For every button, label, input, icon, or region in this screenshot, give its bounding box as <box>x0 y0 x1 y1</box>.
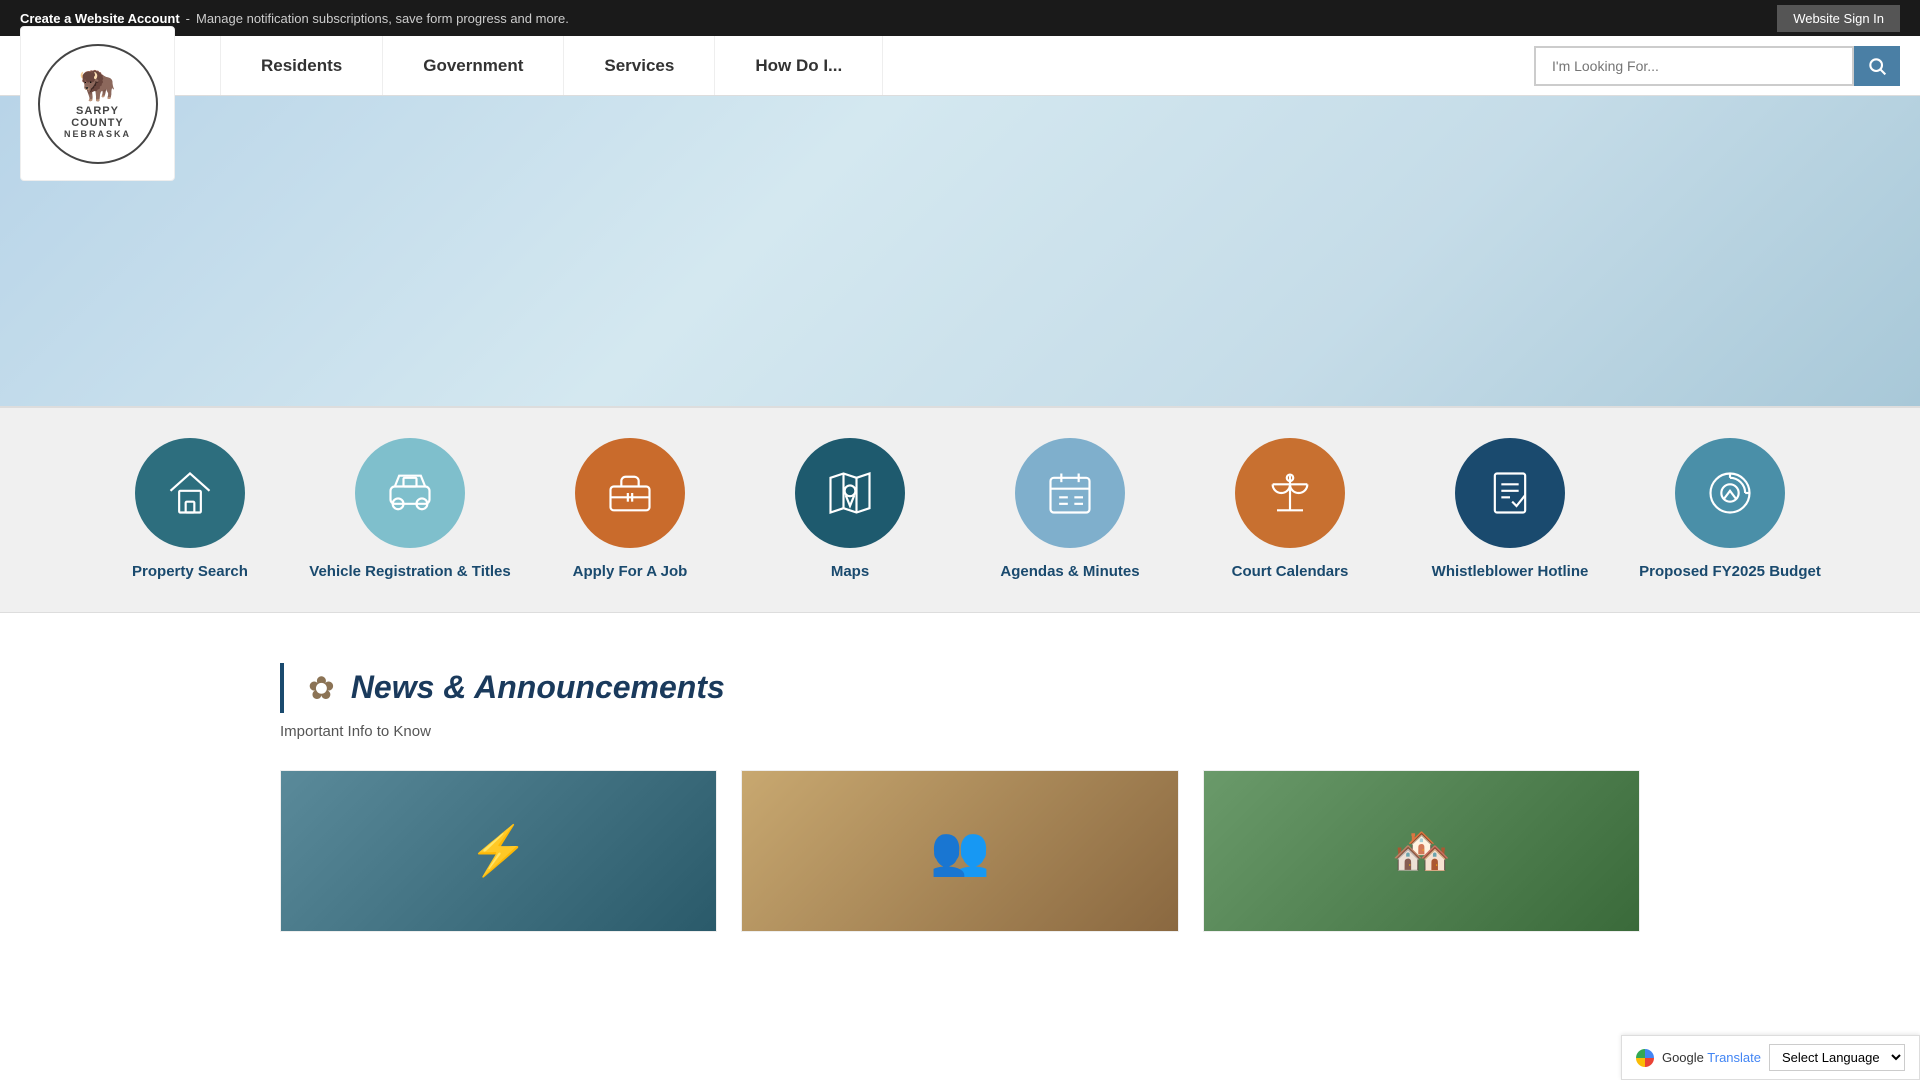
quick-link-property-search[interactable]: Property Search <box>80 438 300 582</box>
language-select[interactable]: Select Language <box>1769 1044 1905 1071</box>
briefcase-icon <box>604 467 656 519</box>
nav-government[interactable]: Government <box>383 36 564 95</box>
bison-icon: 🦬 <box>79 68 116 103</box>
map-icon <box>824 467 876 519</box>
news-section-title: News & Announcements <box>351 669 725 706</box>
whistleblower-icon-circle <box>1455 438 1565 548</box>
news-section-header: ✿ News & Announcements <box>280 663 1640 713</box>
news-card-1-image: ⚡ <box>281 771 716 931</box>
search-button[interactable] <box>1854 46 1900 86</box>
search-icon <box>1867 56 1887 76</box>
news-cards-container: ⚡ 👥 🏘️ <box>280 770 1640 932</box>
news-section-icon: ✿ <box>308 669 335 707</box>
car-icon <box>384 467 436 519</box>
nav-residents[interactable]: Residents <box>220 36 383 95</box>
hero-banner <box>0 96 1920 406</box>
quick-link-court-calendars[interactable]: Court Calendars <box>1180 438 1400 582</box>
main-content: ✿ News & Announcements Important Info to… <box>0 613 1920 972</box>
news-card-2-image: 👥 <box>742 771 1177 931</box>
website-sign-in-button[interactable]: Website Sign In <box>1777 5 1900 32</box>
quick-link-whistleblower[interactable]: Whistleblower Hotline <box>1400 438 1620 582</box>
vehicle-registration-label: Vehicle Registration & Titles <box>309 562 510 582</box>
home-icon <box>164 467 216 519</box>
quick-link-agendas[interactable]: Agendas & Minutes <box>960 438 1180 582</box>
search-input[interactable] <box>1534 46 1854 86</box>
news-card-3-image: 🏘️ <box>1204 771 1639 931</box>
google-translate-label: Google Translate <box>1662 1050 1761 1065</box>
quick-link-budget[interactable]: Proposed FY2025 Budget <box>1620 438 1840 582</box>
nav-howdoi[interactable]: How Do I... <box>715 36 883 95</box>
court-calendars-label: Court Calendars <box>1232 562 1349 582</box>
property-search-icon-circle <box>135 438 245 548</box>
logo-county: SARPY COUNTY <box>50 105 146 129</box>
agendas-label: Agendas & Minutes <box>1000 562 1139 582</box>
scales-icon <box>1264 467 1316 519</box>
quick-link-maps[interactable]: Maps <box>740 438 960 582</box>
logo-state: NEBRASKA <box>64 129 131 139</box>
maps-icon-circle <box>795 438 905 548</box>
nav-bar: 🦬 SARPY COUNTY NEBRASKA Residents Govern… <box>0 36 1920 96</box>
agendas-icon-circle <box>1015 438 1125 548</box>
apply-job-label: Apply For A Job <box>573 562 688 582</box>
search-area <box>1534 46 1900 86</box>
news-section-subtitle: Important Info to Know <box>280 723 1640 740</box>
news-card-1[interactable]: ⚡ <box>280 770 717 932</box>
job-icon-circle <box>575 438 685 548</box>
whistleblower-label: Whistleblower Hotline <box>1432 562 1589 582</box>
main-nav: Residents Government Services How Do I..… <box>220 36 883 95</box>
news-card-3[interactable]: 🏘️ <box>1203 770 1640 932</box>
top-bar-left: Create a Website Account - Manage notifi… <box>20 11 569 26</box>
vehicle-icon-circle <box>355 438 465 548</box>
property-search-label: Property Search <box>132 562 248 582</box>
quick-link-vehicle-registration[interactable]: Vehicle Registration & Titles <box>300 438 520 582</box>
create-account-link[interactable]: Create a Website Account <box>20 11 180 26</box>
footer-language-bar: Google Translate Select Language <box>1621 1035 1920 1080</box>
translate-link[interactable]: Translate <box>1707 1050 1761 1065</box>
logo-circle: 🦬 SARPY COUNTY NEBRASKA <box>38 44 158 164</box>
calendar-icon <box>1044 467 1096 519</box>
news-card-2[interactable]: 👥 <box>741 770 1178 932</box>
google-logo-icon <box>1636 1049 1654 1067</box>
section-border-decoration <box>280 663 284 713</box>
maps-label: Maps <box>831 562 869 582</box>
top-bar: Create a Website Account - Manage notifi… <box>0 0 1920 36</box>
nav-services[interactable]: Services <box>564 36 715 95</box>
court-icon-circle <box>1235 438 1345 548</box>
logo-area[interactable]: 🦬 SARPY COUNTY NEBRASKA <box>20 26 175 181</box>
money-icon <box>1704 467 1756 519</box>
quick-links-row: Property Search Vehicle Registration & T… <box>0 406 1920 613</box>
quick-link-apply-job[interactable]: Apply For A Job <box>520 438 740 582</box>
checklist-icon <box>1484 467 1536 519</box>
budget-label: Proposed FY2025 Budget <box>1639 562 1821 582</box>
top-bar-description: Manage notification subscriptions, save … <box>196 11 569 26</box>
budget-icon-circle <box>1675 438 1785 548</box>
top-bar-separator: - <box>186 11 190 26</box>
